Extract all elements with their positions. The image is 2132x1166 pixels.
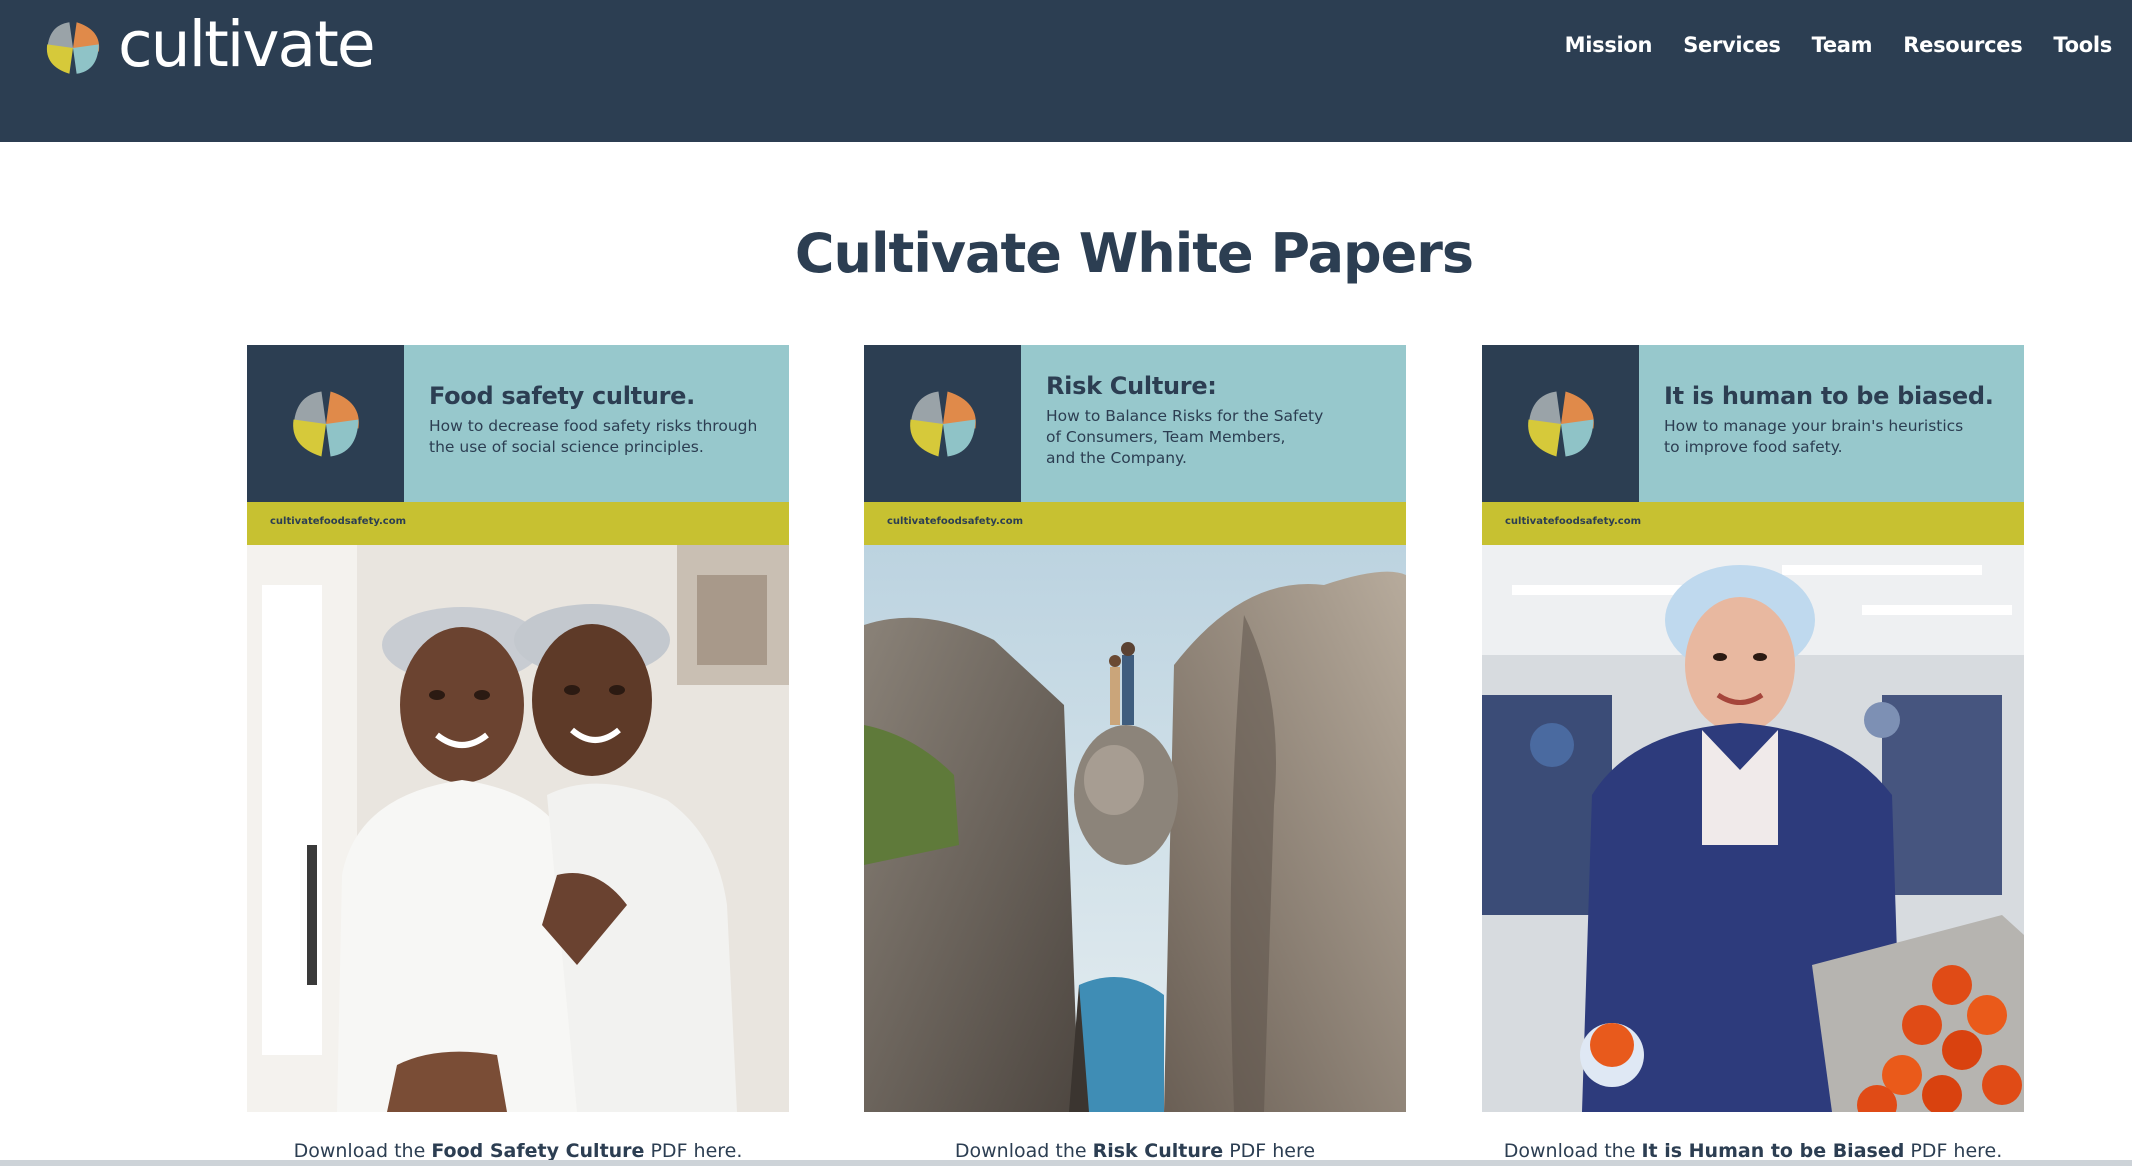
paper-cover-food-safety[interactable]: Food safety culture. How to decrease foo… bbox=[247, 345, 789, 1112]
download-title: Risk Culture bbox=[1092, 1140, 1224, 1162]
cover-url: cultivatefoodsafety.com bbox=[1505, 516, 1641, 527]
two-workers-smiling-photo bbox=[247, 545, 789, 1112]
pinwheel-logo-icon bbox=[46, 22, 100, 74]
download-prefix: Download the bbox=[954, 1140, 1093, 1162]
cover-subtitle: How to decrease food safety risks throug… bbox=[429, 416, 758, 456]
download-title: It is Human to be Biased bbox=[1641, 1140, 1905, 1162]
nav-services[interactable]: Services bbox=[1683, 33, 1781, 57]
pinwheel-logo-icon bbox=[292, 391, 359, 456]
cover-url-band: cultivatefoodsafety.com bbox=[247, 502, 789, 545]
download-suffix: PDF here. bbox=[644, 1140, 743, 1162]
cover-title: Food safety culture. bbox=[429, 382, 695, 410]
paper-card-risk-culture: Risk Culture: How to Balance Risks for t… bbox=[864, 345, 1406, 1162]
cover-text: Risk Culture: How to Balance Risks for t… bbox=[1046, 372, 1386, 469]
cover-url-band: cultivatefoodsafety.com bbox=[864, 502, 1406, 545]
download-food-safety-link[interactable]: Download the Food Safety Culture PDF her… bbox=[247, 1140, 789, 1162]
cover-subtitle: How to manage your brain's heuristics to… bbox=[1664, 416, 1964, 456]
cover-logo-box bbox=[864, 345, 1021, 502]
cover-url: cultivatefoodsafety.com bbox=[270, 516, 406, 527]
main-nav: Mission Services Team Resources Tools bbox=[1565, 33, 2113, 57]
paper-card-food-safety: Food safety culture. How to decrease foo… bbox=[247, 345, 789, 1162]
cover-logo-box bbox=[1482, 345, 1639, 502]
nav-resources[interactable]: Resources bbox=[1903, 33, 2022, 57]
cliff-boulder-photo bbox=[864, 545, 1406, 1112]
page-bottom-edge bbox=[0, 1160, 2132, 1166]
paper-card-human-biased: It is human to be biased. How to manage … bbox=[1482, 345, 2024, 1162]
cover-text: It is human to be biased. How to manage … bbox=[1664, 382, 2004, 458]
pinwheel-logo-icon bbox=[1527, 391, 1594, 456]
download-prefix: Download the bbox=[1503, 1140, 1642, 1162]
worker-holding-tomato-photo bbox=[1482, 545, 2024, 1112]
nav-mission[interactable]: Mission bbox=[1565, 33, 1653, 57]
cover-url: cultivatefoodsafety.com bbox=[887, 516, 1023, 527]
download-prefix: Download the bbox=[293, 1140, 432, 1162]
cover-title: Risk Culture: bbox=[1046, 372, 1217, 400]
page-title: Cultivate White Papers bbox=[794, 222, 1474, 285]
paper-cover-human-biased[interactable]: It is human to be biased. How to manage … bbox=[1482, 345, 2024, 1112]
cover-subtitle: How to Balance Risks for the Safety of C… bbox=[1046, 406, 1324, 467]
download-title: Food Safety Culture bbox=[431, 1140, 645, 1162]
download-human-biased-link[interactable]: Download the It is Human to be Biased PD… bbox=[1482, 1140, 2024, 1162]
cover-title: It is human to be biased. bbox=[1664, 382, 1994, 410]
paper-cover-risk-culture[interactable]: Risk Culture: How to Balance Risks for t… bbox=[864, 345, 1406, 1112]
cover-text: Food safety culture. How to decrease foo… bbox=[429, 382, 769, 458]
download-risk-culture-link[interactable]: Download the Risk Culture PDF here bbox=[864, 1140, 1406, 1162]
cover-logo-box bbox=[247, 345, 404, 502]
download-suffix: PDF here bbox=[1223, 1140, 1316, 1162]
brand-name: cultivate bbox=[118, 7, 376, 81]
brand-logo[interactable]: cultivate bbox=[42, 13, 376, 79]
site-header: cultivate Mission Services Team Resource… bbox=[0, 0, 2132, 142]
pinwheel-logo-icon bbox=[909, 391, 976, 456]
download-suffix: PDF here. bbox=[1904, 1140, 2003, 1162]
cover-url-band: cultivatefoodsafety.com bbox=[1482, 502, 2024, 545]
nav-team[interactable]: Team bbox=[1812, 33, 1873, 57]
nav-tools[interactable]: Tools bbox=[2053, 33, 2112, 57]
